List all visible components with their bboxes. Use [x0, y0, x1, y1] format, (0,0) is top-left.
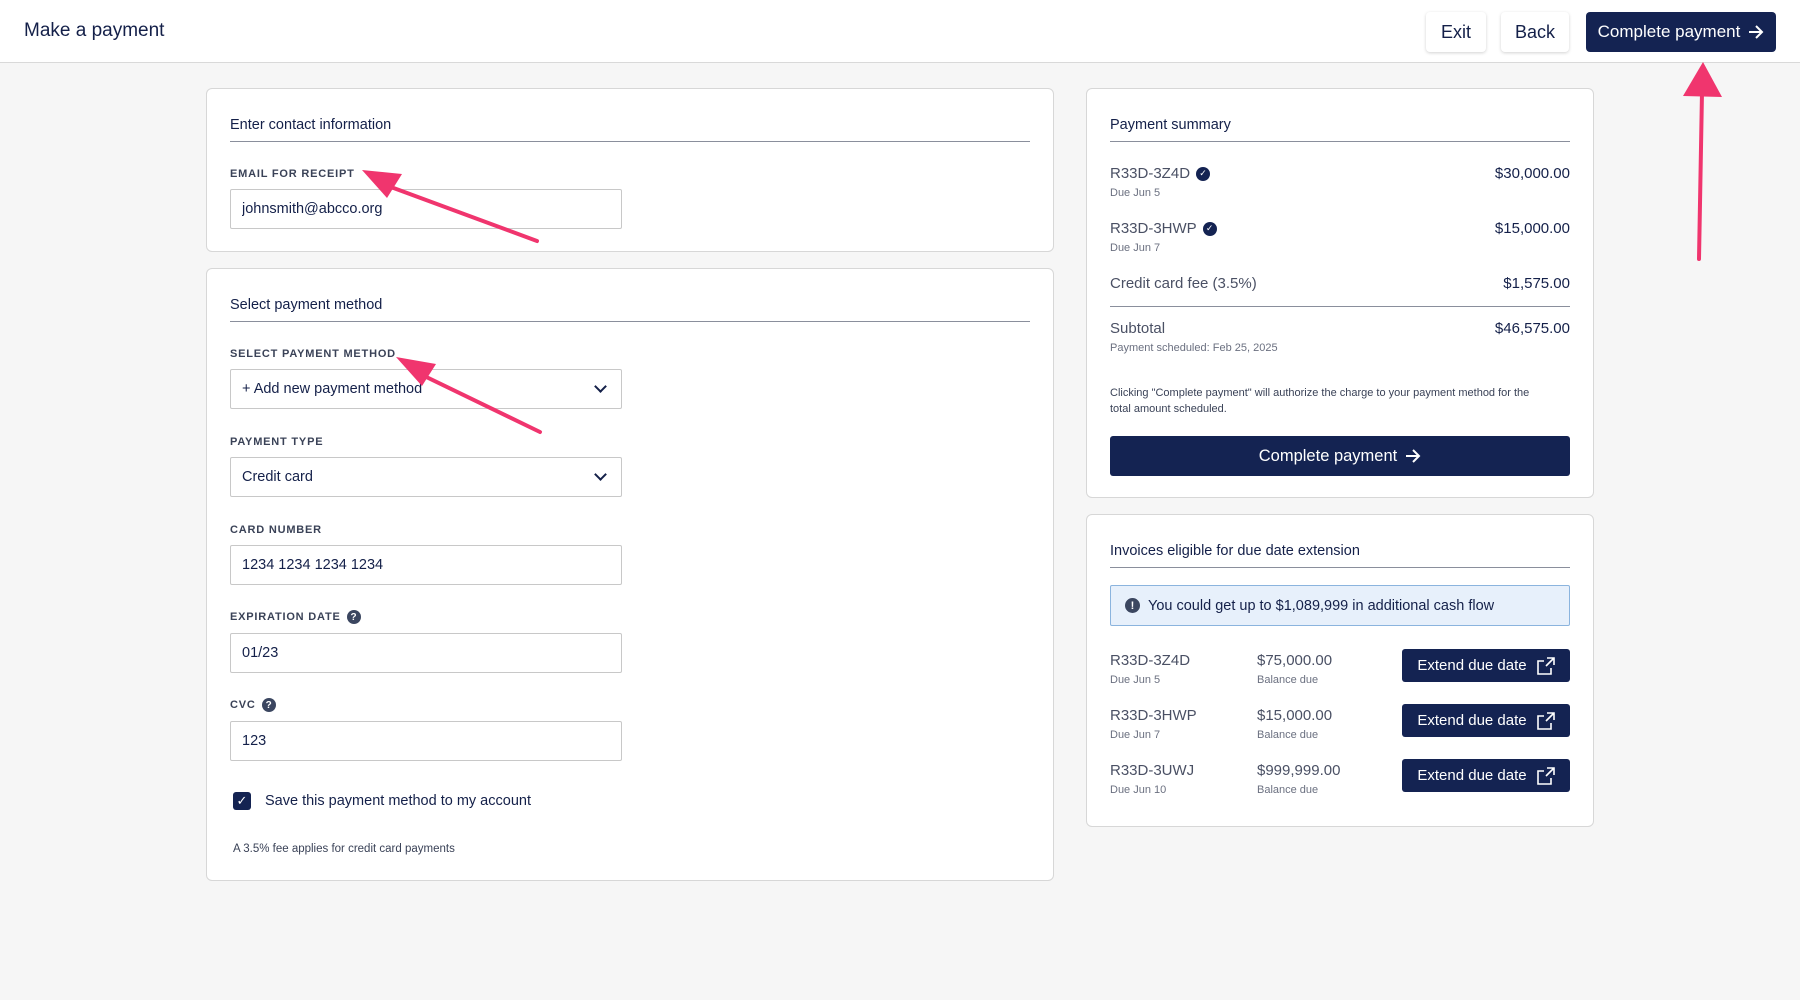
annotation-arrow-complete-payment	[1683, 62, 1722, 261]
arrow-right-icon	[1749, 25, 1764, 39]
summary-divider	[1110, 306, 1570, 307]
invoice-row: R33D-3HWP Due Jun 7 $15,000.00 Balance d…	[1110, 704, 1570, 747]
help-icon[interactable]: ?	[261, 698, 276, 712]
select-method-label: SELECT PAYMENT METHOD	[230, 348, 396, 360]
invoice-due: Due Jun 7	[1110, 729, 1161, 741]
subtotal-amount: $46,575.00	[1494, 320, 1570, 337]
verified-check-icon: ✓	[1202, 221, 1217, 236]
top-bar: Make a payment Exit Back Complete paymen…	[0, 0, 1800, 63]
payment-type-label: PAYMENT TYPE	[230, 436, 324, 448]
fee-row: Credit card fee (3.5%) $1,575.00	[1110, 275, 1570, 292]
invoice-amount: $999,999.00	[1257, 762, 1341, 779]
payment-method-heading: Select payment method	[230, 297, 1030, 322]
invoice-id: R33D-3HWP	[1110, 220, 1197, 237]
extend-label: Extend due date	[1417, 657, 1527, 674]
invoice-amount: $75,000.00	[1257, 652, 1333, 669]
fee-note: A 3.5% fee applies for credit card payme…	[233, 843, 455, 855]
expiration-label-row: EXPIRATION DATE ?	[230, 610, 361, 624]
external-link-icon	[1536, 766, 1555, 785]
external-link-icon	[1536, 711, 1555, 730]
complete-payment-label: Complete payment	[1258, 446, 1398, 465]
cvc-label-row: CVC ?	[230, 698, 276, 712]
help-icon[interactable]: ?	[346, 610, 361, 624]
invoice-id: R33D-3Z4D	[1110, 165, 1191, 182]
complete-payment-label: Complete payment	[1597, 22, 1741, 41]
invoice-due: Due Jun 5	[1110, 187, 1161, 199]
cvc-field[interactable]	[230, 721, 622, 761]
fee-label: Credit card fee (3.5%)	[1110, 275, 1257, 292]
card-number-field[interactable]	[230, 545, 622, 585]
subtotal-note: Payment scheduled: Feb 25, 2025	[1110, 342, 1278, 354]
summary-item: R33D-3Z4D ✓ Due Jun 5 $30,000.00	[1110, 165, 1570, 199]
subtotal-row: Subtotal Payment scheduled: Feb 25, 2025…	[1110, 320, 1570, 354]
invoice-row: R33D-3UWJ Due Jun 10 $999,999.00 Balance…	[1110, 759, 1570, 802]
payment-method-card: Select payment method SELECT PAYMENT MET…	[206, 268, 1054, 881]
save-method-label: Save this payment method to my account	[265, 793, 531, 809]
contact-card: Enter contact information EMAIL FOR RECE…	[206, 88, 1054, 252]
invoice-id: R33D-3Z4D	[1110, 652, 1191, 669]
complete-payment-button[interactable]: Complete payment	[1110, 436, 1570, 476]
arrow-right-icon	[1406, 449, 1421, 463]
invoice-id: R33D-3HWP	[1110, 707, 1197, 724]
balance-label: Balance due	[1257, 784, 1319, 796]
chevron-down-icon	[594, 380, 607, 393]
invoice-due: Due Jun 5	[1110, 674, 1161, 686]
extend-label: Extend due date	[1417, 767, 1527, 784]
invoice-amount: $30,000.00	[1494, 165, 1570, 182]
page-title: Make a payment	[24, 20, 165, 41]
authorization-disclaimer: Clicking "Complete payment" will authori…	[1110, 387, 1530, 415]
payment-method-select[interactable]: + Add new payment method	[230, 369, 622, 409]
info-icon: !	[1125, 598, 1140, 613]
payment-type-select[interactable]: Credit card	[230, 457, 622, 497]
card-number-label: CARD NUMBER	[230, 524, 322, 536]
back-button[interactable]: Back	[1501, 12, 1569, 52]
balance-label: Balance due	[1257, 674, 1319, 686]
balance-label: Balance due	[1257, 729, 1319, 741]
payment-method-value: + Add new payment method	[242, 381, 423, 397]
invoice-due: Due Jun 10	[1110, 784, 1167, 796]
banner-text: You could get up to $1,089,999 in additi…	[1148, 597, 1495, 614]
verified-check-icon: ✓	[1196, 166, 1211, 181]
complete-payment-header-button[interactable]: Complete payment	[1586, 12, 1776, 52]
summary-item: R33D-3HWP ✓ Due Jun 7 $15,000.00	[1110, 220, 1570, 254]
invoice-id: R33D-3UWJ	[1110, 762, 1195, 779]
chevron-down-icon	[594, 468, 607, 481]
invoice-due: Due Jun 7	[1110, 242, 1161, 254]
extension-card: Invoices eligible for due date extension…	[1086, 514, 1594, 827]
invoice-row: R33D-3Z4D Due Jun 5 $75,000.00 Balance d…	[1110, 649, 1570, 692]
extend-label: Extend due date	[1417, 712, 1527, 729]
invoice-amount: $15,000.00	[1257, 707, 1333, 724]
payment-type-value: Credit card	[242, 469, 313, 485]
fee-amount: $1,575.00	[1503, 275, 1570, 292]
email-field[interactable]	[230, 189, 622, 229]
summary-heading: Payment summary	[1110, 117, 1570, 142]
payment-summary-card: Payment summary R33D-3Z4D ✓ Due Jun 5 $30…	[1086, 88, 1594, 498]
checkbox-checked-icon[interactable]: ✓	[233, 792, 251, 810]
expiration-field[interactable]	[230, 633, 622, 673]
extend-due-date-button[interactable]: Extend due date	[1402, 704, 1570, 737]
cvc-label: CVC	[230, 699, 256, 711]
contact-heading: Enter contact information	[230, 117, 1030, 142]
save-method-row[interactable]: ✓ Save this payment method to my account	[233, 792, 531, 810]
email-label: EMAIL FOR RECEIPT	[230, 168, 355, 180]
cash-flow-banner: ! You could get up to $1,089,999 in addi…	[1110, 585, 1570, 626]
expiration-label: EXPIRATION DATE	[230, 611, 341, 623]
extension-heading: Invoices eligible for due date extension	[1110, 543, 1570, 568]
extend-due-date-button[interactable]: Extend due date	[1402, 759, 1570, 792]
extend-due-date-button[interactable]: Extend due date	[1402, 649, 1570, 682]
exit-button[interactable]: Exit	[1426, 12, 1486, 52]
invoice-amount: $15,000.00	[1494, 220, 1570, 237]
external-link-icon	[1536, 656, 1555, 675]
